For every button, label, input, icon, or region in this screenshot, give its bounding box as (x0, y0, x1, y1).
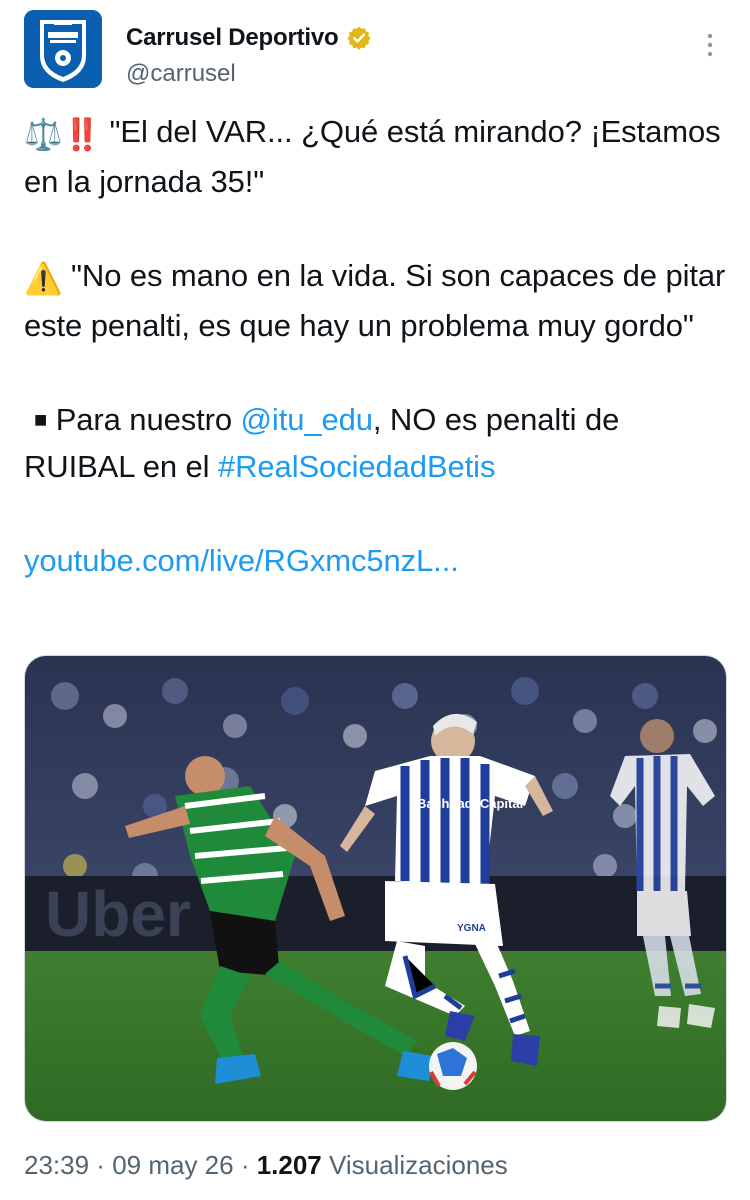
tweet-paragraph-2: ⚠️ "No es mano en la vida. Si son capace… (24, 252, 728, 349)
views-label: Visualizaciones (321, 1150, 508, 1180)
scales-exclamation-emoji: ⚖️‼️ (24, 117, 101, 152)
quote-2: "No es mano en la vida. Si son capaces d… (24, 258, 726, 343)
views-count[interactable]: 1.207 (257, 1150, 322, 1180)
mention-link[interactable]: @itu_edu (241, 402, 373, 437)
quote-1: "El del VAR... ¿Qué está mirando? ¡Estam… (24, 114, 721, 199)
tweet-paragraph-3: ■ Para nuestro @itu_edu, NO es penalti d… (24, 396, 728, 490)
verified-badge-icon (347, 26, 372, 50)
tweet-time[interactable]: 23:39 (24, 1150, 89, 1180)
text-segment: Para nuestro (47, 402, 241, 437)
shirt-sponsor-text: Baghdadi Capital (417, 796, 523, 811)
display-name[interactable]: Carrusel Deportivo (126, 24, 339, 52)
tweet-paragraph-1: ⚖️‼️ "El del VAR... ¿Qué está mirando? ¡… (24, 108, 728, 205)
shorts-text: YGNA (457, 923, 486, 934)
more-options-icon[interactable] (700, 30, 720, 60)
tweet-text: ⚖️‼️ "El del VAR... ¿Qué está mirando? ¡… (24, 108, 728, 584)
name-row: Carrusel Deportivo (126, 24, 372, 52)
ball (429, 1042, 477, 1090)
account-handle[interactable]: @carrusel (126, 60, 236, 88)
tweet-header: Carrusel Deportivo @carrusel (24, 10, 726, 90)
carrusel-logo-icon (24, 10, 102, 88)
tweet-photo[interactable]: Uber Baghdadi Capital YGNA (24, 655, 727, 1122)
bullet-icon: ■ (34, 407, 48, 432)
avatar[interactable] (24, 10, 102, 88)
tweet-meta: 23:39 · 09 may 26 · 1.207 Visualizacione… (24, 1150, 508, 1181)
tweet-date[interactable]: 09 may 26 (112, 1150, 233, 1180)
youtube-link[interactable]: youtube.com/live/RGxmc5nzL... (24, 537, 728, 584)
separator: · (89, 1150, 113, 1180)
sponsor-board-text: Uber (45, 878, 191, 950)
separator: · (233, 1150, 257, 1180)
hashtag-link[interactable]: #RealSociedadBetis (218, 449, 495, 484)
warning-emoji: ⚠️ (24, 261, 63, 296)
football-photo: Uber Baghdadi Capital YGNA (25, 656, 726, 1121)
